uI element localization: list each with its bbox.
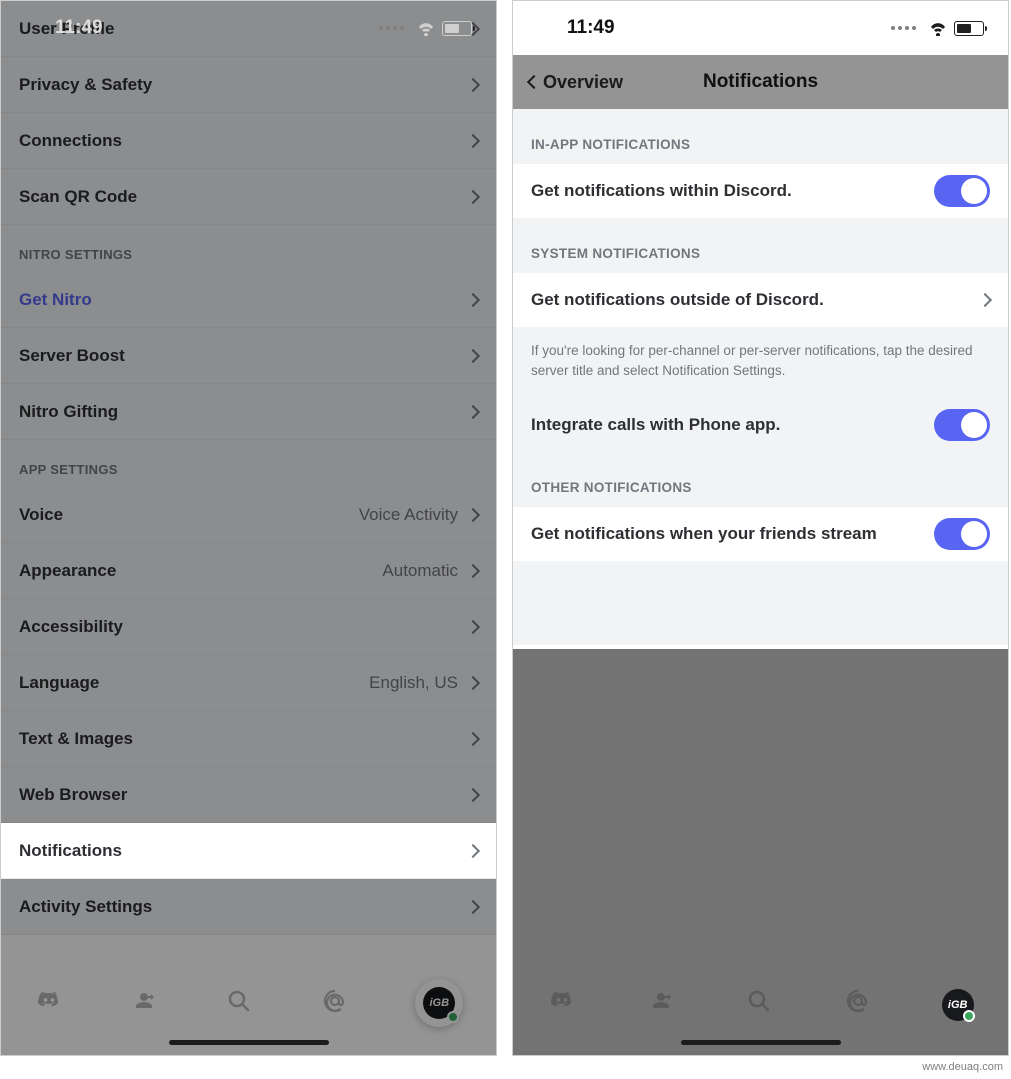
wifi-icon (928, 21, 948, 36)
row-label: Text & Images (19, 729, 468, 749)
row-label: Web Browser (19, 785, 468, 805)
chevron-right-icon (466, 675, 480, 689)
chevron-right-icon (466, 787, 480, 801)
row-label: Notifications (19, 841, 468, 861)
row-label: Nitro Gifting (19, 402, 468, 422)
back-label: Overview (543, 72, 623, 93)
chevron-right-icon (466, 348, 480, 362)
settings-row[interactable]: Nitro Gifting (1, 384, 496, 440)
section-header: NITRO SETTINGS (1, 225, 496, 272)
chevron-right-icon (466, 619, 480, 633)
row-label: Activity Settings (19, 897, 468, 917)
row-label: Language (19, 673, 369, 693)
nav-bar: Overview Notifications (513, 55, 1008, 109)
chevron-right-icon (466, 404, 480, 418)
friends-icon[interactable] (646, 989, 676, 1013)
settings-row[interactable]: LanguageEnglish, US (1, 655, 496, 711)
chevron-right-icon (466, 843, 480, 857)
settings-row[interactable]: VoiceVoice Activity (1, 487, 496, 543)
settings-row[interactable]: Text & Images (1, 711, 496, 767)
settings-row[interactable]: Scan QR Code (1, 169, 496, 225)
profile-tab[interactable]: iGB (942, 989, 974, 1021)
row-label: Privacy & Safety (19, 75, 468, 95)
phone-left: User ProfilePrivacy & SafetyConnectionsS… (0, 0, 497, 1056)
toggle-on[interactable] (934, 175, 990, 207)
clock: 11:49 (567, 17, 615, 39)
row-label: Scan QR Code (19, 187, 468, 207)
chevron-right-icon (466, 507, 480, 521)
row-system-link[interactable]: Get notifications outside of Discord. (513, 273, 1008, 327)
row-label: Accessibility (19, 617, 468, 637)
settings-row[interactable]: Accessibility (1, 599, 496, 655)
row-integrate-calls[interactable]: Integrate calls with Phone app. (513, 398, 1008, 452)
settings-row[interactable]: Web Browser (1, 767, 496, 823)
search-icon[interactable] (744, 989, 774, 1013)
row-label: Integrate calls with Phone app. (531, 415, 934, 435)
settings-list: User ProfilePrivacy & SafetyConnectionsS… (1, 1, 496, 935)
row-friends-stream[interactable]: Get notifications when your friends stre… (513, 507, 1008, 561)
chevron-right-icon (466, 563, 480, 577)
discord-icon[interactable] (34, 989, 64, 1013)
hint-text: If you're looking for per-channel or per… (513, 327, 1008, 398)
settings-row[interactable]: Connections (1, 113, 496, 169)
row-inapp-toggle[interactable]: Get notifications within Discord. (513, 164, 1008, 218)
status-bar: 11:49 (513, 1, 1008, 55)
row-label: Connections (19, 131, 468, 151)
row-label: Get Nitro (19, 290, 468, 310)
profile-tab[interactable]: iGB (415, 979, 463, 1027)
status-online-icon (447, 1011, 459, 1023)
home-indicator (169, 1040, 329, 1045)
avatar-text: iGB (429, 997, 449, 1009)
status-icons (379, 21, 472, 36)
status-online-icon (963, 1010, 975, 1022)
clock: 11:49 (55, 17, 103, 39)
chevron-right-icon (466, 731, 480, 745)
notifications-body: IN-APP NOTIFICATIONS Get notifications w… (513, 109, 1008, 645)
status-icons (891, 21, 984, 36)
chevron-right-icon (466, 899, 480, 913)
phone-right: 11:49 Overview Notifications IN-APP NOTI… (512, 0, 1009, 1056)
wifi-icon (416, 21, 436, 36)
chevron-right-icon (466, 189, 480, 203)
chevron-right-icon (466, 77, 480, 91)
section-header-system: SYSTEM NOTIFICATIONS (513, 218, 1008, 273)
settings-row[interactable]: AppearanceAutomatic (1, 543, 496, 599)
search-icon[interactable] (224, 989, 254, 1013)
chevron-left-icon (527, 75, 541, 89)
section-header: APP SETTINGS (1, 440, 496, 487)
back-button[interactable]: Overview (529, 72, 623, 93)
mentions-icon[interactable] (320, 989, 350, 1013)
row-label: Voice (19, 505, 359, 525)
section-header-inapp: IN-APP NOTIFICATIONS (513, 109, 1008, 164)
settings-row[interactable]: Privacy & Safety (1, 57, 496, 113)
chevron-right-icon (466, 292, 480, 306)
toggle-on[interactable] (934, 518, 990, 550)
chevron-right-icon (978, 293, 992, 307)
row-value: Voice Activity (359, 505, 458, 525)
settings-row[interactable]: Server Boost (1, 328, 496, 384)
row-value: English, US (369, 673, 458, 693)
row-label: Get notifications within Discord. (531, 181, 934, 201)
section-header-other: OTHER NOTIFICATIONS (513, 452, 1008, 507)
row-label: Get notifications when your friends stre… (531, 524, 934, 544)
settings-row[interactable]: Activity Settings (1, 879, 496, 935)
chevron-right-icon (466, 133, 480, 147)
row-label: Server Boost (19, 346, 468, 366)
home-indicator (681, 1040, 841, 1045)
discord-icon[interactable] (547, 989, 577, 1013)
mentions-icon[interactable] (843, 989, 873, 1013)
friends-icon[interactable] (129, 989, 159, 1013)
row-label: Get notifications outside of Discord. (531, 290, 980, 310)
watermark: www.deuaq.com (922, 1061, 1003, 1073)
settings-row[interactable]: Notifications (1, 823, 496, 879)
row-label: Appearance (19, 561, 382, 581)
status-bar: 11:49 (1, 1, 496, 55)
empty-area (513, 649, 1008, 975)
avatar-text: iGB (948, 999, 968, 1011)
settings-row[interactable]: Get Nitro (1, 272, 496, 328)
toggle-on[interactable] (934, 409, 990, 441)
row-value: Automatic (382, 561, 458, 581)
